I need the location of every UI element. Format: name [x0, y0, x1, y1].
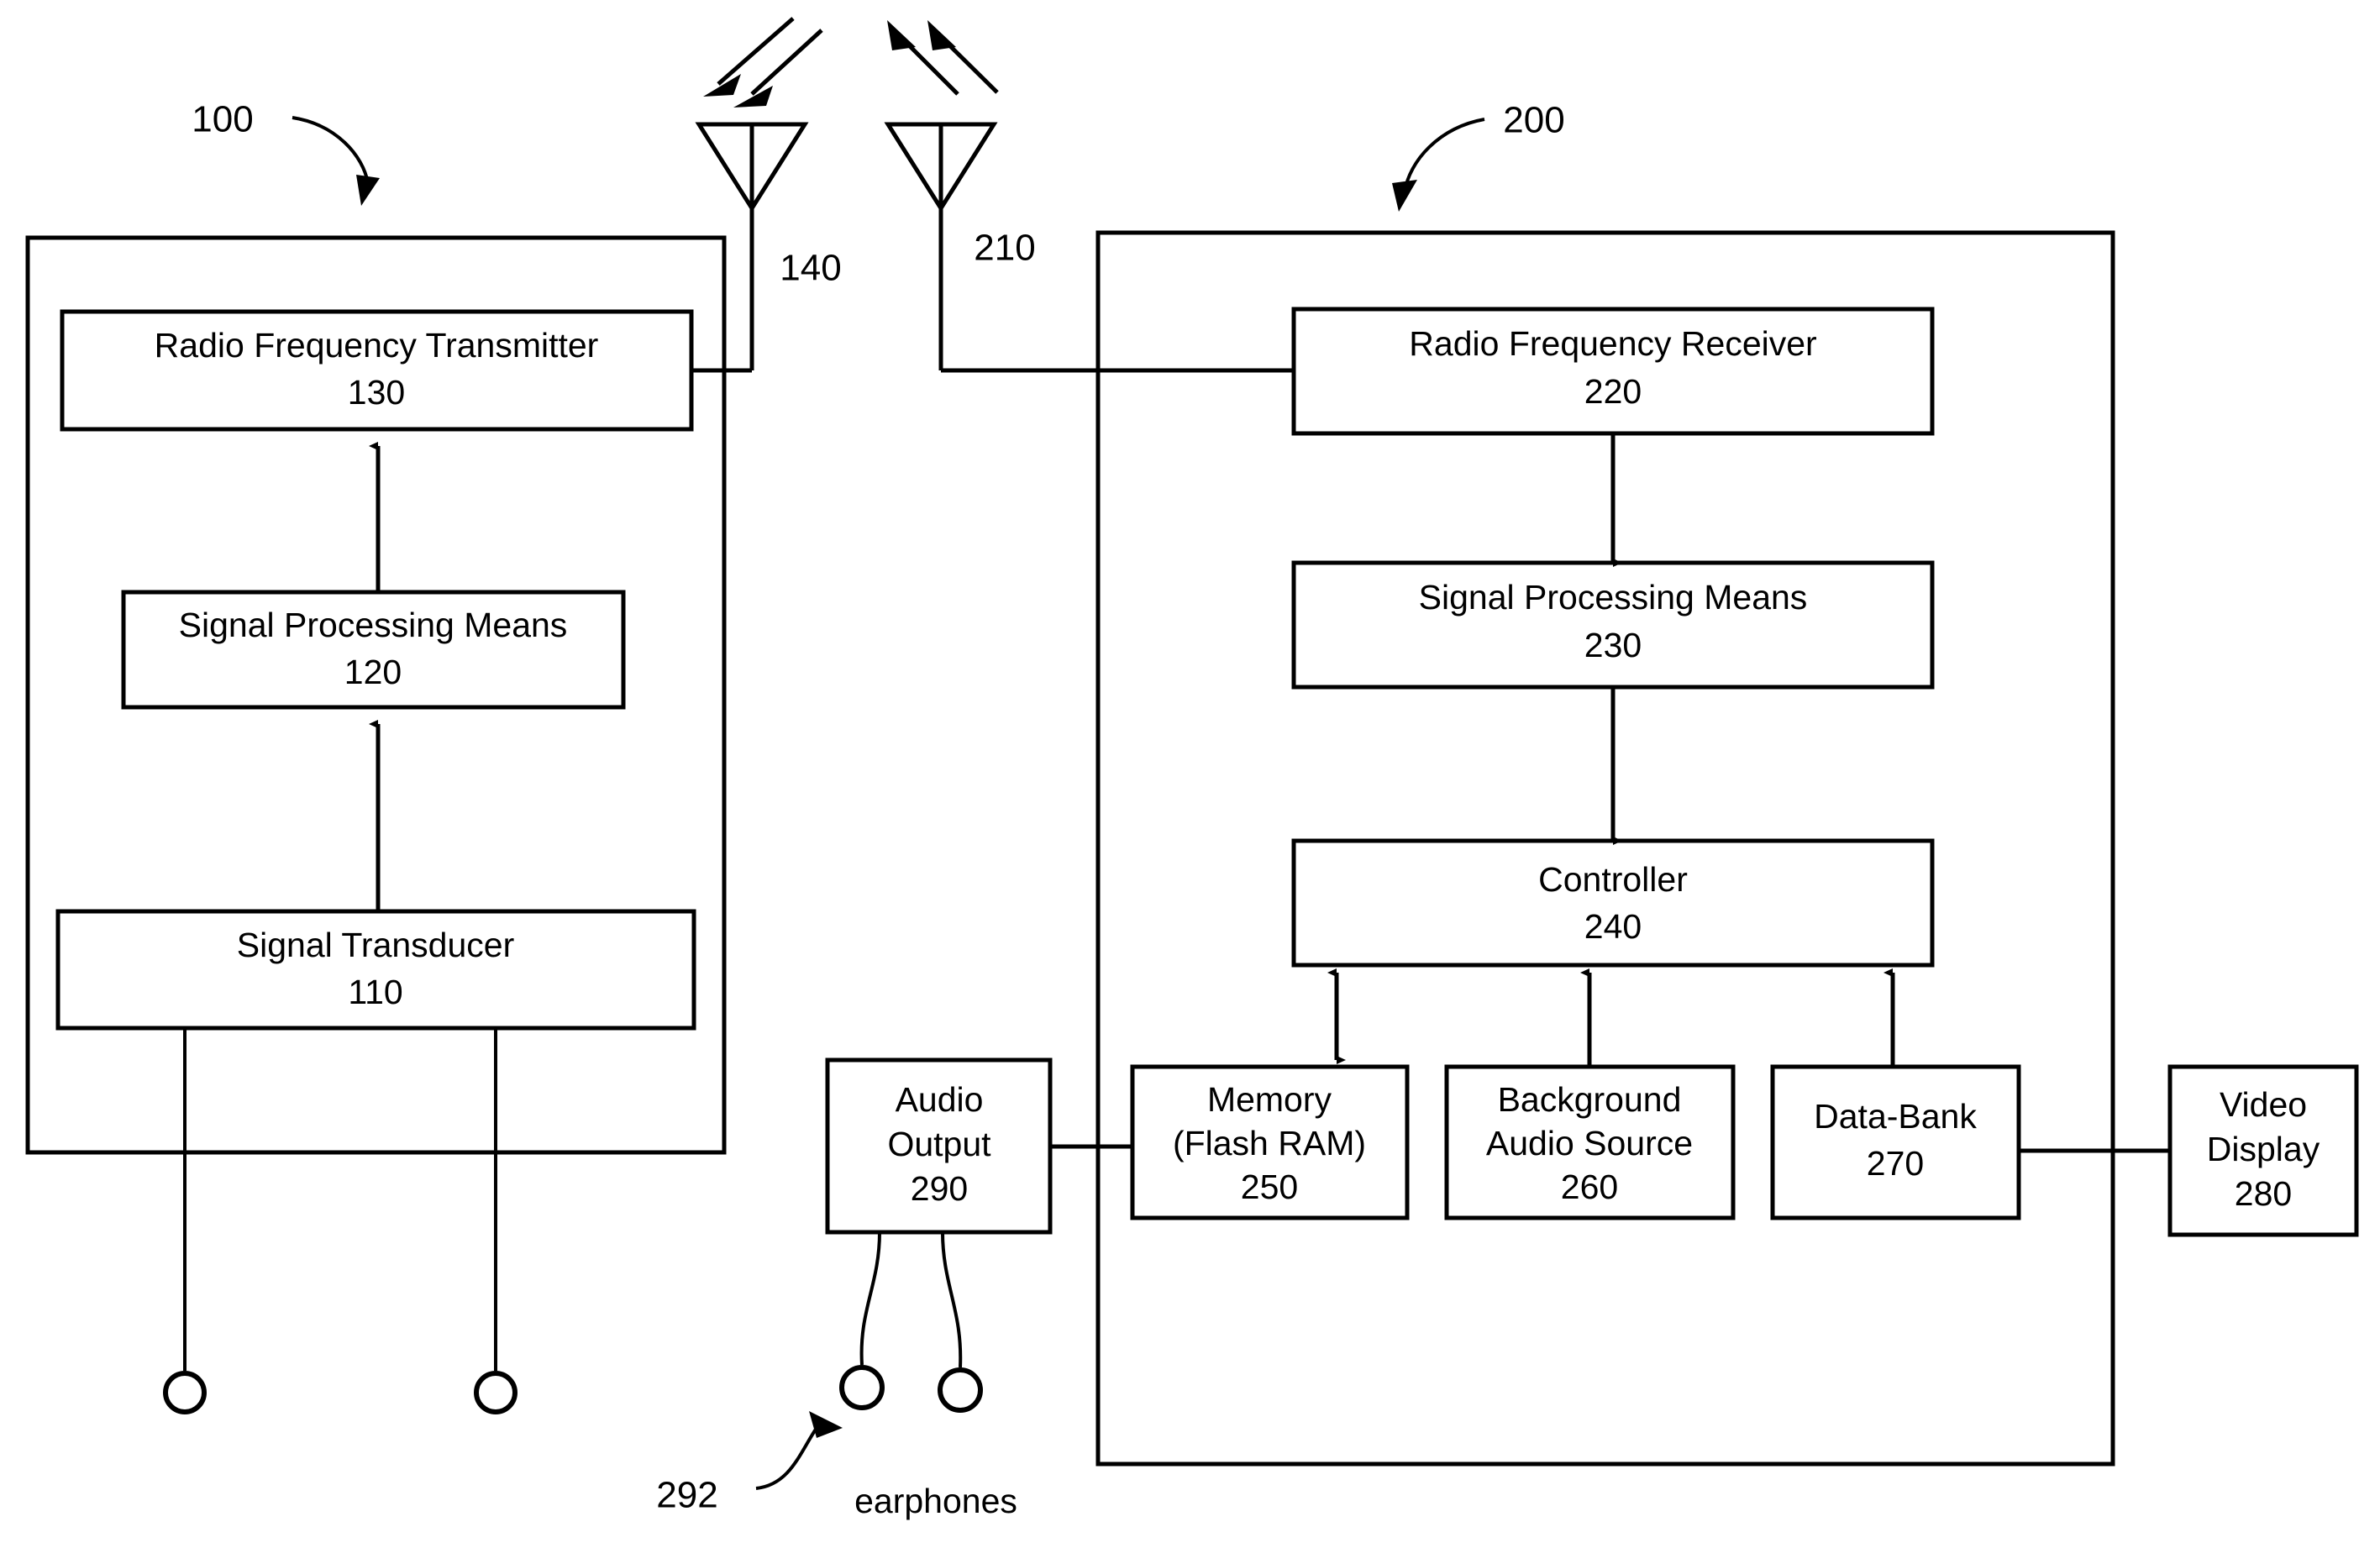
receive-wave-arrowhead-1: [887, 20, 916, 50]
transducer-terminal-left: [163, 1371, 207, 1414]
earphones-label: earphones: [854, 1482, 1017, 1520]
signal-processing-means-tx-title: Signal Processing Means: [179, 606, 568, 644]
ref-100-label: 100: [192, 99, 253, 140]
controller-title: Controller: [1538, 860, 1688, 899]
memory-title-line2: (Flash RAM): [1173, 1124, 1366, 1162]
audio-output-number: 290: [911, 1169, 968, 1208]
transmit-wave-arrow-1: [717, 17, 795, 86]
transmitter-device-group: 100 Radio Frequency Transmitter 130 Sign…: [25, 99, 752, 1414]
controller-number: 240: [1584, 907, 1642, 946]
earphone-cable-right: [941, 1231, 963, 1368]
audio-output-title-line1: Audio: [896, 1080, 984, 1119]
ref-200-label: 200: [1503, 100, 1564, 141]
video-display-title-line1: Video: [2220, 1085, 2307, 1124]
ref-292-leader: [755, 1426, 818, 1490]
transmit-antenna-group: 140: [695, 17, 842, 370]
transmit-wave-arrowhead-2: [733, 86, 773, 108]
signal-processing-means-rx-number: 230: [1584, 626, 1642, 664]
ref-100-leader: [292, 116, 370, 184]
receive-wave-arrowhead-2: [927, 20, 956, 50]
background-audio-source-title-line2: Audio Source: [1486, 1124, 1693, 1162]
ref-140-label: 140: [780, 248, 841, 289]
memory-number: 250: [1241, 1168, 1298, 1206]
signal-transducer-title: Signal Transducer: [237, 926, 514, 964]
patent-figure: 100 Radio Frequency Transmitter 130 Sign…: [0, 0, 2380, 1548]
memory-title-line1: Memory: [1207, 1080, 1332, 1119]
signal-processing-means-rx-title: Signal Processing Means: [1419, 578, 1808, 617]
ref-292-label: 292: [656, 1475, 717, 1516]
background-audio-source-number: 260: [1561, 1168, 1618, 1206]
video-display-group: Video Display 280: [2019, 1064, 2359, 1237]
signal-transducer-number: 110: [348, 973, 402, 1011]
diagram-canvas: 100 Radio Frequency Transmitter 130 Sign…: [25, 17, 2359, 1520]
data-bank-number: 270: [1867, 1144, 1924, 1183]
earphone-bud-left: [839, 1365, 885, 1410]
rf-receiver-number: 220: [1584, 372, 1642, 411]
transducer-terminal-right: [474, 1371, 518, 1414]
rf-transmitter-title: Radio Frequency Transmitter: [155, 326, 599, 365]
rf-receiver-title: Radio Frequency Receiver: [1409, 324, 1816, 363]
earphone-cable-left: [859, 1231, 881, 1366]
receive-antenna-group: 210: [884, 20, 1036, 370]
data-bank-title: Data-Bank: [1814, 1097, 1977, 1136]
transmit-wave-arrow-2: [750, 29, 823, 96]
signal-processing-means-tx-number: 120: [344, 653, 402, 691]
video-display-number: 280: [2235, 1174, 2292, 1213]
audio-output-title-line2: Output: [887, 1125, 991, 1163]
data-bank-box[interactable]: [1770, 1064, 2021, 1220]
audio-output-group: Audio Output 290 292 earphones: [656, 1057, 1132, 1520]
rf-transmitter-number: 130: [348, 373, 405, 412]
receiver-device-group: 200 Radio Frequency Receiver 220 Signal …: [941, 100, 2115, 1467]
ref-100-arrowhead: [356, 175, 380, 206]
ref-200-arrowhead: [1392, 180, 1417, 212]
video-display-title-line2: Display: [2207, 1130, 2320, 1168]
background-audio-source-title-line1: Background: [1498, 1080, 1682, 1119]
transmit-wave-arrowhead-1: [703, 74, 741, 97]
ref-210-label: 210: [974, 228, 1035, 269]
earphone-bud-right: [938, 1367, 983, 1413]
